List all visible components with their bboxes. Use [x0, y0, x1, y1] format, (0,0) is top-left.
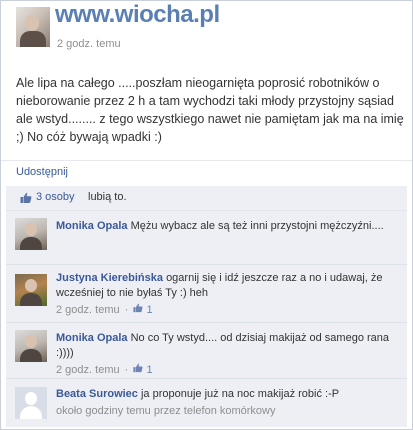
comment-item: Justyna Kierebińska ogarnij się i idź je…: [6, 265, 407, 323]
separator: ·: [124, 304, 129, 316]
comment-text: ja proponuje już na noc makijaż robić :-…: [140, 388, 340, 400]
comment-timestamp[interactable]: około godziny temu przez telefon komórko…: [56, 405, 276, 417]
comment-body: Beata Surowiec ja proponuje już na noc m…: [56, 387, 396, 419]
post-text: Ale lipa na całego .....poszłam nieogarn…: [16, 76, 404, 144]
comment-avatar[interactable]: [15, 218, 47, 250]
avatar-torso: [20, 237, 42, 250]
comment-avatar[interactable]: [15, 387, 47, 419]
comment-meta: 2 godz. temu · 1: [56, 363, 396, 378]
comment-like-count[interactable]: 1: [146, 364, 152, 376]
watermark: www.wiocha.pl: [55, 1, 220, 28]
comment-timestamp[interactable]: 2 godz. temu: [56, 304, 120, 316]
avatar-torso: [20, 349, 42, 362]
comment-author[interactable]: Monika Opala: [56, 332, 128, 344]
facebook-post: 2 godz. temu www.wiocha.pl Ale lipa na c…: [0, 0, 413, 430]
default-avatar-head: [25, 392, 37, 405]
avatar-head: [25, 279, 37, 292]
avatar-head: [25, 335, 37, 348]
comment-avatar[interactable]: [15, 330, 47, 362]
post-author-avatar[interactable]: [16, 7, 50, 47]
comment-author[interactable]: Monika Opala: [56, 220, 128, 232]
divider: [1, 160, 412, 161]
comment-item: Monika Opala No co Ty wstyd.... od dzisi…: [6, 323, 407, 379]
comment-item: Monika Opala Mężu wybacz ale są też inni…: [6, 211, 407, 265]
post-timestamp[interactable]: 2 godz. temu: [57, 38, 121, 50]
comment-meta: około godziny temu przez telefon komórko…: [56, 404, 396, 419]
comment-author[interactable]: Justyna Kierebińska: [56, 272, 163, 284]
comment-like-icon[interactable]: [133, 363, 146, 376]
comment-body: Justyna Kierebińska ogarnij się i idź je…: [56, 271, 396, 318]
separator: ·: [124, 364, 129, 376]
likes-count-link[interactable]: 3 osoby: [36, 191, 75, 203]
comment-timestamp[interactable]: 2 godz. temu: [56, 364, 120, 376]
comment-item: Beata Surowiec ja proponuje już na noc m…: [6, 379, 407, 427]
avatar-head: [25, 223, 37, 236]
likes-box: 3 osoby lubią to.: [6, 186, 407, 211]
comment-like-icon[interactable]: [133, 303, 146, 316]
share-link[interactable]: Udostępnij: [16, 166, 68, 178]
comment-avatar[interactable]: [15, 274, 47, 306]
comment-author[interactable]: Beata Surowiec: [56, 388, 138, 400]
comment-like-count[interactable]: 1: [146, 304, 152, 316]
comment-body: Monika Opala Mężu wybacz ale są też inni…: [56, 219, 396, 234]
avatar-torso: [20, 293, 42, 306]
comment-text: Mężu wybacz ale są też inni przystojni m…: [130, 220, 384, 232]
avatar-face: [25, 15, 39, 31]
comment-meta: 2 godz. temu · 1: [56, 303, 396, 318]
thumbs-up-icon: [20, 192, 32, 204]
avatar-body: [20, 31, 46, 47]
comment-body: Monika Opala No co Ty wstyd.... od dzisi…: [56, 331, 396, 378]
likes-suffix: lubią to.: [88, 191, 127, 203]
default-avatar-body: [20, 406, 42, 419]
